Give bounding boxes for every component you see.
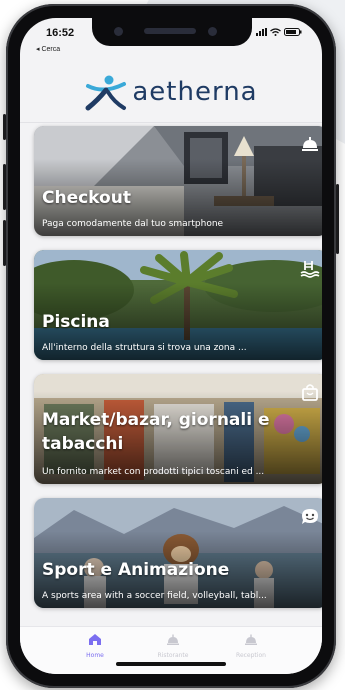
- brand-header: aetherna: [20, 62, 322, 122]
- home-icon: [89, 634, 101, 645]
- chat-smile-icon: [302, 509, 318, 524]
- tab-restaurant[interactable]: Ristorante: [138, 631, 208, 659]
- header-divider: [20, 122, 322, 123]
- tab-label: Home: [86, 652, 104, 659]
- battery-icon: [284, 28, 302, 36]
- tab-label: Ristorante: [157, 652, 189, 659]
- card-title: Market/bazar, giornali e tabacchi: [42, 410, 270, 454]
- brand-name: aetherna: [132, 77, 258, 107]
- shopping-bag-icon: [302, 384, 318, 401]
- volume-down-button: [3, 220, 6, 266]
- home-indicator[interactable]: [116, 662, 226, 666]
- tab-reception[interactable]: Reception: [216, 631, 286, 659]
- card-subtitle: Un fornito market con prodotti tipici to…: [42, 467, 265, 477]
- wifi-icon: [270, 28, 281, 36]
- aetherna-logo-icon: [85, 75, 127, 111]
- card-subtitle: Paga comodamente dal tuo smartphone: [42, 219, 224, 229]
- status-icons: [256, 28, 302, 36]
- power-button: [336, 184, 339, 254]
- service-card-sport[interactable]: Sport e Animazione A sports area with a …: [34, 498, 322, 608]
- sensor-dot: [208, 27, 217, 36]
- back-to-search-link[interactable]: ◂ Cerca: [36, 45, 60, 53]
- status-time: 16:52: [46, 27, 75, 39]
- bottom-tab-bar: Home Ristorante Reception: [20, 626, 322, 674]
- service-card-piscina[interactable]: Piscina All'interno della struttura si t…: [34, 250, 322, 360]
- service-card-checkout[interactable]: Checkout Paga comodamente dal tuo smartp…: [34, 126, 322, 236]
- speaker-grille: [144, 28, 196, 34]
- phone-frame: 16:52 ◂ Cerca aetherna Checkout Paga com…: [3, 4, 339, 688]
- tab-home[interactable]: Home: [60, 631, 130, 659]
- volume-up-button: [3, 164, 6, 210]
- signal-icon: [256, 28, 267, 36]
- card-title: Piscina: [42, 312, 110, 332]
- concierge-bell-icon: [302, 137, 318, 151]
- card-subtitle: A sports area with a soccer field, volle…: [42, 591, 267, 601]
- phone-screen: 16:52 ◂ Cerca aetherna Checkout Paga com…: [20, 18, 322, 674]
- notch: [92, 18, 252, 46]
- mute-switch: [3, 114, 6, 140]
- tab-label: Reception: [236, 652, 266, 659]
- swimming-pool-icon: [300, 261, 320, 278]
- reception-bell-icon: [245, 634, 257, 645]
- camera-dot: [114, 27, 123, 36]
- restaurant-icon: [167, 634, 179, 645]
- service-card-market[interactable]: Market/bazar, giornali e tabacchi Un for…: [34, 374, 322, 484]
- card-title: Sport e Animazione: [42, 560, 230, 580]
- card-subtitle: All'interno della struttura si trova una…: [42, 343, 247, 353]
- card-title: Checkout: [42, 188, 131, 208]
